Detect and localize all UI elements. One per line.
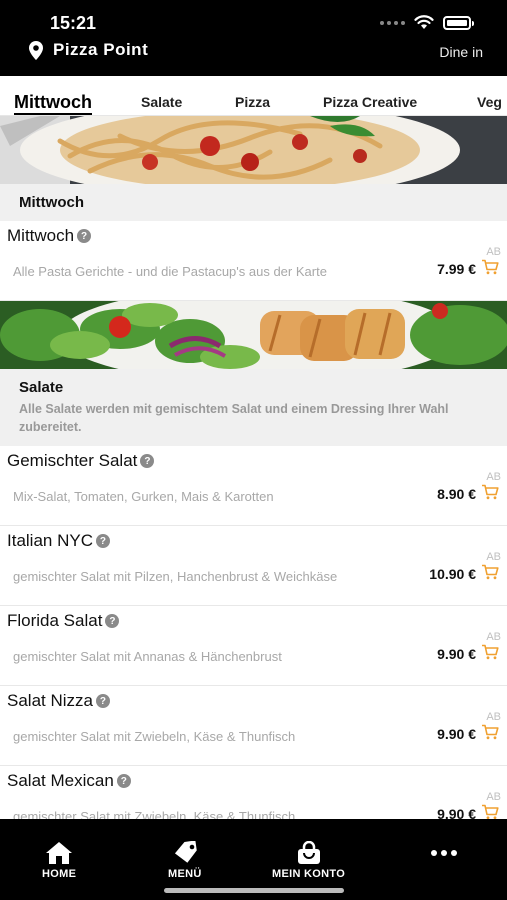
- category-header-mittwoch: Mittwoch: [0, 184, 507, 221]
- price-badge: AB: [486, 711, 501, 723]
- add-to-cart-icon[interactable]: [481, 644, 499, 660]
- add-to-cart-icon[interactable]: [481, 804, 499, 819]
- menu-item[interactable]: Salat Mexican? gemischter Salat mit Zwie…: [0, 766, 507, 819]
- nav-label: MEIN KONTO: [272, 868, 346, 880]
- location-pin-icon: [29, 40, 43, 60]
- menu-item[interactable]: Gemischter Salat? Mix-Salat, Tomaten, Gu…: [0, 446, 507, 526]
- item-name: Florida Salat?: [7, 611, 120, 631]
- category-banner-pasta: [0, 116, 507, 184]
- add-to-cart-icon[interactable]: [481, 564, 499, 580]
- price-badge: AB: [486, 246, 501, 258]
- item-price: 9.90 €: [437, 646, 476, 662]
- item-name: Mittwoch?: [7, 226, 92, 246]
- item-description: Alle Pasta Gerichte - und die Pastacup's…: [13, 264, 327, 279]
- tab-pizza[interactable]: Pizza: [235, 76, 270, 115]
- info-icon[interactable]: ?: [105, 614, 120, 628]
- status-icons: [380, 15, 474, 30]
- item-name: Salat Mexican?: [7, 771, 131, 791]
- order-mode-button[interactable]: Dine in: [439, 44, 483, 60]
- add-to-cart-icon[interactable]: [481, 259, 499, 275]
- price-badge: AB: [486, 551, 501, 563]
- info-icon[interactable]: ?: [77, 229, 92, 243]
- menu-list[interactable]: Mittwoch Mittwoch? Alle Pasta Gerichte -…: [0, 116, 507, 819]
- item-description: gemischter Salat mit Zwiebeln, Käse & Th…: [13, 809, 296, 819]
- item-description: gemischter Salat mit Pilzen, Hanchenbrus…: [13, 569, 338, 584]
- item-price: 7.99 €: [437, 261, 476, 277]
- category-description: Alle Salate werden mit gemischtem Salat …: [19, 402, 449, 434]
- info-icon[interactable]: ?: [95, 534, 110, 548]
- home-icon: [46, 842, 73, 864]
- tab-pizza-creative[interactable]: Pizza Creative: [323, 76, 417, 115]
- add-to-cart-icon[interactable]: [481, 724, 499, 740]
- menu-item[interactable]: Italian NYC? gemischter Salat mit Pilzen…: [0, 526, 507, 606]
- more-icon: [431, 850, 457, 856]
- signal-icon: [380, 20, 405, 25]
- tab-mittwoch[interactable]: Mittwoch: [14, 76, 92, 115]
- category-banner-salate: [0, 301, 507, 369]
- store-selector[interactable]: Pizza Point: [28, 40, 148, 60]
- price-badge: AB: [486, 471, 501, 483]
- item-price: 8.90 €: [437, 486, 476, 502]
- top-bar: 15:21 Pizza Point Dine in: [0, 0, 507, 76]
- item-name: Salat Nizza?: [7, 691, 110, 711]
- nav-label: MENÜ: [168, 868, 202, 880]
- store-name: Pizza Point: [53, 40, 149, 59]
- price-badge: AB: [486, 631, 501, 643]
- battery-icon: [443, 15, 474, 30]
- category-title: Salate: [19, 379, 64, 396]
- nav-menu[interactable]: MENÜ: [168, 841, 202, 880]
- category-title: Mittwoch: [19, 194, 84, 211]
- nav-more[interactable]: [430, 849, 458, 857]
- tab-salate[interactable]: Salate: [141, 76, 182, 115]
- info-icon[interactable]: ?: [95, 694, 110, 708]
- status-time: 15:21: [50, 13, 97, 33]
- home-indicator: [164, 888, 344, 893]
- menu-item[interactable]: Florida Salat? gemischter Salat mit Anna…: [0, 606, 507, 686]
- item-price: 9.90 €: [437, 806, 476, 819]
- tab-veg[interactable]: Veg: [477, 76, 502, 115]
- item-price: 10.90 €: [429, 566, 476, 582]
- price-badge: AB: [486, 791, 501, 803]
- nav-home[interactable]: HOME: [42, 841, 76, 880]
- wifi-icon: [414, 15, 434, 29]
- item-name: Italian NYC?: [7, 531, 110, 551]
- item-name: Gemischter Salat?: [7, 451, 155, 471]
- info-icon[interactable]: ?: [140, 454, 155, 468]
- add-to-cart-icon[interactable]: [481, 484, 499, 500]
- nav-label: HOME: [42, 868, 77, 880]
- category-tabs: Mittwoch Salate Pizza Pizza Creative Veg: [0, 76, 507, 116]
- item-price: 9.90 €: [437, 726, 476, 742]
- category-header-salate: Salate Alle Salate werden mit gemischtem…: [0, 369, 507, 446]
- item-description: Mix-Salat, Tomaten, Gurken, Mais & Karot…: [13, 489, 274, 504]
- tag-icon: [174, 841, 197, 863]
- item-description: gemischter Salat mit Annanas & Hänchenbr…: [13, 649, 282, 664]
- menu-item[interactable]: Salat Nizza? gemischter Salat mit Zwiebe…: [0, 686, 507, 766]
- menu-item[interactable]: Mittwoch? Alle Pasta Gerichte - und die …: [0, 221, 507, 301]
- nav-account[interactable]: MEIN KONTO: [272, 841, 345, 880]
- bag-icon: [297, 841, 320, 864]
- item-description: gemischter Salat mit Zwiebeln, Käse & Th…: [13, 729, 296, 744]
- info-icon[interactable]: ?: [116, 774, 131, 788]
